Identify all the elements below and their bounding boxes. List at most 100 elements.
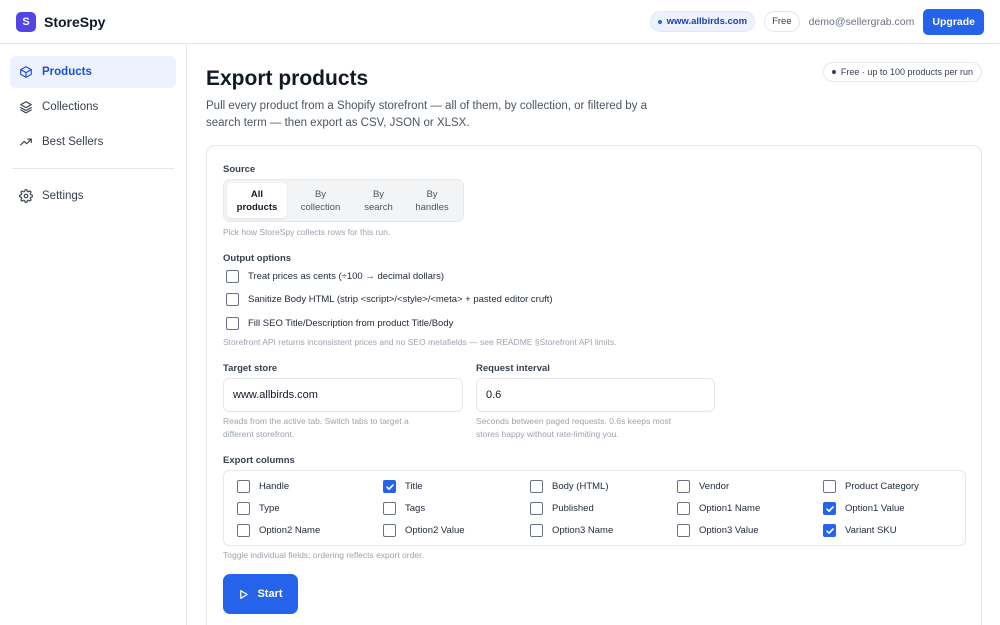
- column-vendor[interactable]: Vendor: [677, 480, 729, 493]
- plan-limit-badge: Free · up to 100 products per run: [822, 62, 982, 82]
- column-label: Published: [552, 503, 594, 514]
- column-handle[interactable]: Handle: [237, 480, 289, 493]
- app-logo: S: [16, 11, 36, 32]
- checkbox[interactable]: [237, 502, 250, 515]
- start-button[interactable]: Start: [223, 574, 298, 614]
- column-option3-name[interactable]: Option3 Name: [530, 524, 613, 537]
- sidebar-divider: [12, 168, 174, 169]
- checkbox[interactable]: [383, 524, 396, 537]
- source-option-line: handles: [415, 201, 449, 213]
- sidebar-item-label: Products: [42, 66, 92, 78]
- option-label: Fill SEO Title/Description from product …: [248, 318, 454, 329]
- column-option1-name[interactable]: Option1 Name: [677, 502, 760, 515]
- app-name: StoreSpy: [44, 13, 106, 30]
- column-label: Product Category: [845, 481, 919, 492]
- hint-line: Reads from the active tab. Switch tabs t…: [223, 416, 409, 426]
- hint-line: Seconds between paged requests. 0.6s kee…: [476, 416, 672, 426]
- source-option-line: search: [364, 201, 393, 213]
- option-prices-as-cents[interactable]: Treat prices as cents (÷100 → decimal do…: [226, 270, 444, 283]
- export-columns-grid: Handle Title Body (HTML) Vendor Product …: [223, 470, 966, 546]
- column-label: Vendor: [699, 481, 730, 492]
- sidebar: Products Collections Best Sellers Settin…: [0, 44, 187, 625]
- source-option-line: collection: [300, 201, 341, 213]
- checkbox[interactable]: [383, 480, 396, 493]
- column-label: Title: [405, 481, 423, 492]
- header-actions: www.allbirds.com Free demo@sellergrab.co…: [649, 8, 984, 35]
- source-option-line: By: [372, 188, 385, 200]
- column-body-html[interactable]: Body (HTML): [530, 480, 608, 493]
- export-columns-hint: Toggle individual fields; ordering refle…: [223, 550, 424, 560]
- sidebar-item-products[interactable]: Products: [10, 56, 176, 88]
- sidebar-item-collections[interactable]: Collections: [10, 91, 176, 123]
- sidebar-item-best-sellers[interactable]: Best Sellers: [10, 126, 176, 158]
- box-icon: [20, 66, 32, 78]
- column-option2-name[interactable]: Option2 Name: [237, 524, 320, 537]
- check-icon: [825, 505, 834, 512]
- checkbox[interactable]: [383, 502, 396, 515]
- upgrade-button[interactable]: Upgrade: [923, 8, 984, 35]
- plan-limit-label: Free · up to 100 products per run: [840, 67, 973, 77]
- checkbox[interactable]: [677, 480, 690, 493]
- option-fill-seo[interactable]: Fill SEO Title/Description from product …: [226, 317, 453, 330]
- checkbox[interactable]: [823, 524, 836, 537]
- option-label: Treat prices as cents (÷100 → decimal do…: [248, 271, 444, 282]
- export-columns-label: Export columns: [223, 455, 295, 466]
- account-email: demo@sellergrab.com: [808, 15, 915, 28]
- hint-line: stores happy without rate-limiting you.: [476, 429, 619, 439]
- request-interval-input[interactable]: [476, 378, 715, 412]
- source-option-line: products: [236, 201, 278, 213]
- sidebar-item-settings[interactable]: Settings: [10, 180, 176, 212]
- option-label: Sanitize Body HTML (strip <script>/<styl…: [248, 294, 553, 305]
- source-option-by-collection[interactable]: By collection: [287, 183, 354, 218]
- column-variant-sku[interactable]: Variant SKU: [823, 524, 897, 537]
- hint-line: different storefront.: [223, 429, 295, 439]
- column-title[interactable]: Title: [383, 480, 423, 493]
- checkbox[interactable]: [823, 480, 836, 493]
- column-option3-value[interactable]: Option3 Value: [677, 524, 759, 537]
- source-option-by-handles[interactable]: By handles: [403, 183, 461, 218]
- column-type[interactable]: Type: [237, 502, 280, 515]
- column-label: Option3 Name: [552, 525, 614, 536]
- sidebar-item-label: Settings: [42, 190, 84, 202]
- source-option-all-products[interactable]: All products: [227, 183, 287, 218]
- checkbox[interactable]: [226, 317, 239, 330]
- source-option-line: By: [314, 188, 327, 200]
- checkbox[interactable]: [530, 502, 543, 515]
- option-sanitize-body-html[interactable]: Sanitize Body HTML (strip <script>/<styl…: [226, 293, 553, 306]
- source-option-by-search[interactable]: By search: [354, 183, 403, 218]
- plan-badge: Free: [764, 11, 800, 32]
- play-icon: [240, 589, 249, 599]
- checkbox[interactable]: [237, 480, 250, 493]
- checkbox[interactable]: [823, 502, 836, 515]
- source-option-line: All: [250, 188, 264, 200]
- checkbox[interactable]: [530, 524, 543, 537]
- column-option1-value[interactable]: Option1 Value: [823, 502, 905, 515]
- source-option-line: By: [426, 188, 438, 200]
- column-label: Tags: [405, 503, 426, 514]
- status-dot-icon: [657, 19, 662, 24]
- sidebar-item-label: Collections: [42, 101, 99, 113]
- check-icon: [825, 527, 834, 534]
- checkbox[interactable]: [677, 502, 690, 515]
- checkbox[interactable]: [226, 293, 239, 306]
- column-label: Type: [259, 503, 280, 514]
- target-store-input[interactable]: [223, 378, 463, 412]
- active-store-pill[interactable]: www.allbirds.com: [649, 11, 756, 32]
- check-icon: [385, 483, 394, 490]
- column-product-category[interactable]: Product Category: [823, 480, 919, 493]
- main-content: Export products Pull every product from …: [188, 44, 1000, 625]
- column-option2-value[interactable]: Option2 Value: [383, 524, 465, 537]
- target-store-hint: Reads from the active tab. Switch tabs t…: [223, 415, 463, 441]
- column-label: Option2 Name: [259, 525, 321, 536]
- column-tags[interactable]: Tags: [383, 502, 425, 515]
- column-published[interactable]: Published: [530, 502, 594, 515]
- column-label: Option2 Value: [405, 525, 465, 536]
- checkbox[interactable]: [237, 524, 250, 537]
- trending-up-icon: [20, 138, 32, 146]
- checkbox[interactable]: [530, 480, 543, 493]
- column-label: Handle: [259, 481, 290, 492]
- source-label: Source: [223, 164, 256, 175]
- checkbox[interactable]: [677, 524, 690, 537]
- column-label: Option1 Value: [845, 503, 905, 514]
- checkbox[interactable]: [226, 270, 239, 283]
